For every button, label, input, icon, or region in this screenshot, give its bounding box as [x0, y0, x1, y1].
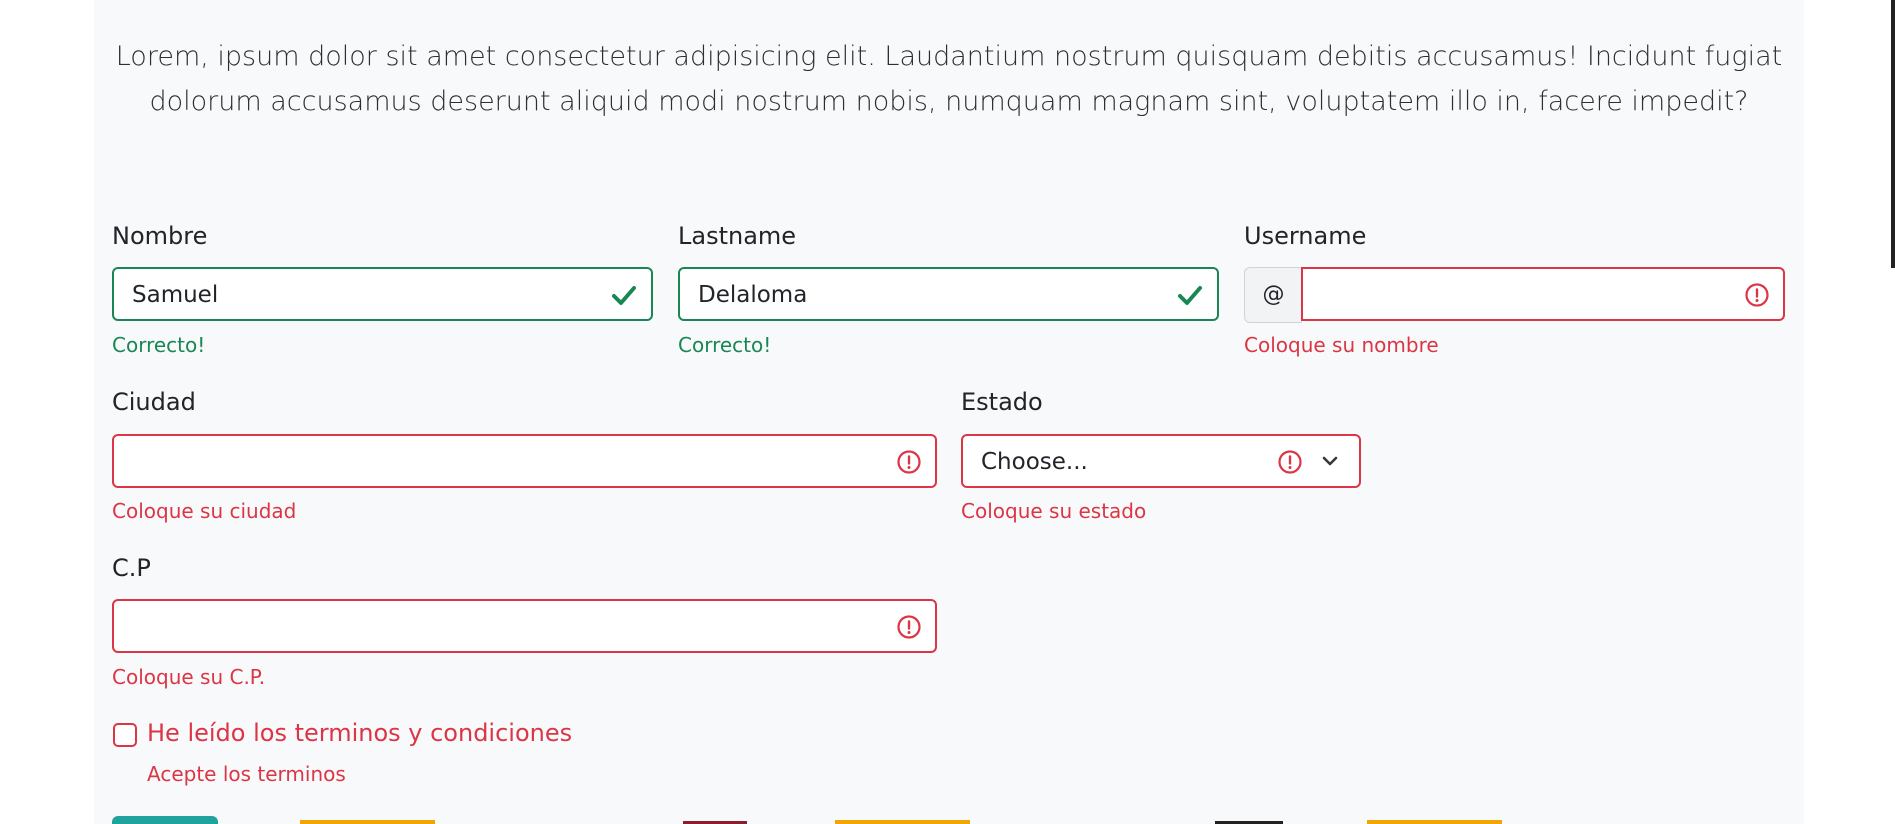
error-icon	[897, 615, 921, 639]
cp-feedback: Coloque su C.P.	[112, 665, 266, 689]
intro-paragraph: Lorem, ipsum dolor sit amet consectetur …	[115, 41, 1783, 117]
chevron-down-icon	[1322, 456, 1338, 466]
footer-partial	[1367, 820, 1502, 824]
ciudad-feedback: Coloque su ciudad	[112, 499, 297, 523]
lastname-input[interactable]: Delaloma	[678, 267, 1219, 321]
nombre-input[interactable]: Samuel	[112, 267, 653, 321]
nombre-label: Nombre	[112, 222, 208, 250]
terms-feedback: Acepte los terminos	[147, 762, 346, 786]
ciudad-label: Ciudad	[112, 388, 196, 416]
nombre-value: Samuel	[132, 282, 219, 308]
check-icon	[1178, 286, 1202, 305]
scrollbar[interactable]	[1891, 0, 1895, 268]
username-label: Username	[1244, 222, 1367, 250]
footer-partial	[300, 820, 435, 824]
lastname-label: Lastname	[678, 222, 797, 250]
error-icon	[1278, 450, 1302, 474]
ciudad-input[interactable]	[112, 434, 937, 488]
check-icon	[612, 286, 636, 305]
nombre-feedback: Correcto!	[112, 333, 206, 357]
username-input[interactable]	[1301, 267, 1785, 321]
estado-selected-value: Choose...	[981, 449, 1088, 475]
estado-select[interactable]: Choose...	[961, 434, 1361, 488]
terms-label[interactable]: He leído los terminos y condiciones	[147, 719, 572, 747]
cp-input[interactable]	[112, 599, 937, 653]
error-icon	[1745, 283, 1769, 307]
estado-label: Estado	[961, 388, 1043, 416]
estado-feedback: Coloque su estado	[961, 499, 1147, 523]
cp-label: C.P	[112, 554, 151, 582]
error-icon	[897, 450, 921, 474]
username-feedback: Coloque su nombre	[1244, 333, 1439, 357]
footer-partial	[835, 820, 970, 824]
submit-button-partial[interactable]	[112, 816, 218, 824]
terms-checkbox[interactable]	[113, 723, 137, 747]
lastname-value: Delaloma	[698, 282, 808, 308]
lastname-feedback: Correcto!	[678, 333, 772, 357]
at-prefix: @	[1244, 267, 1302, 323]
